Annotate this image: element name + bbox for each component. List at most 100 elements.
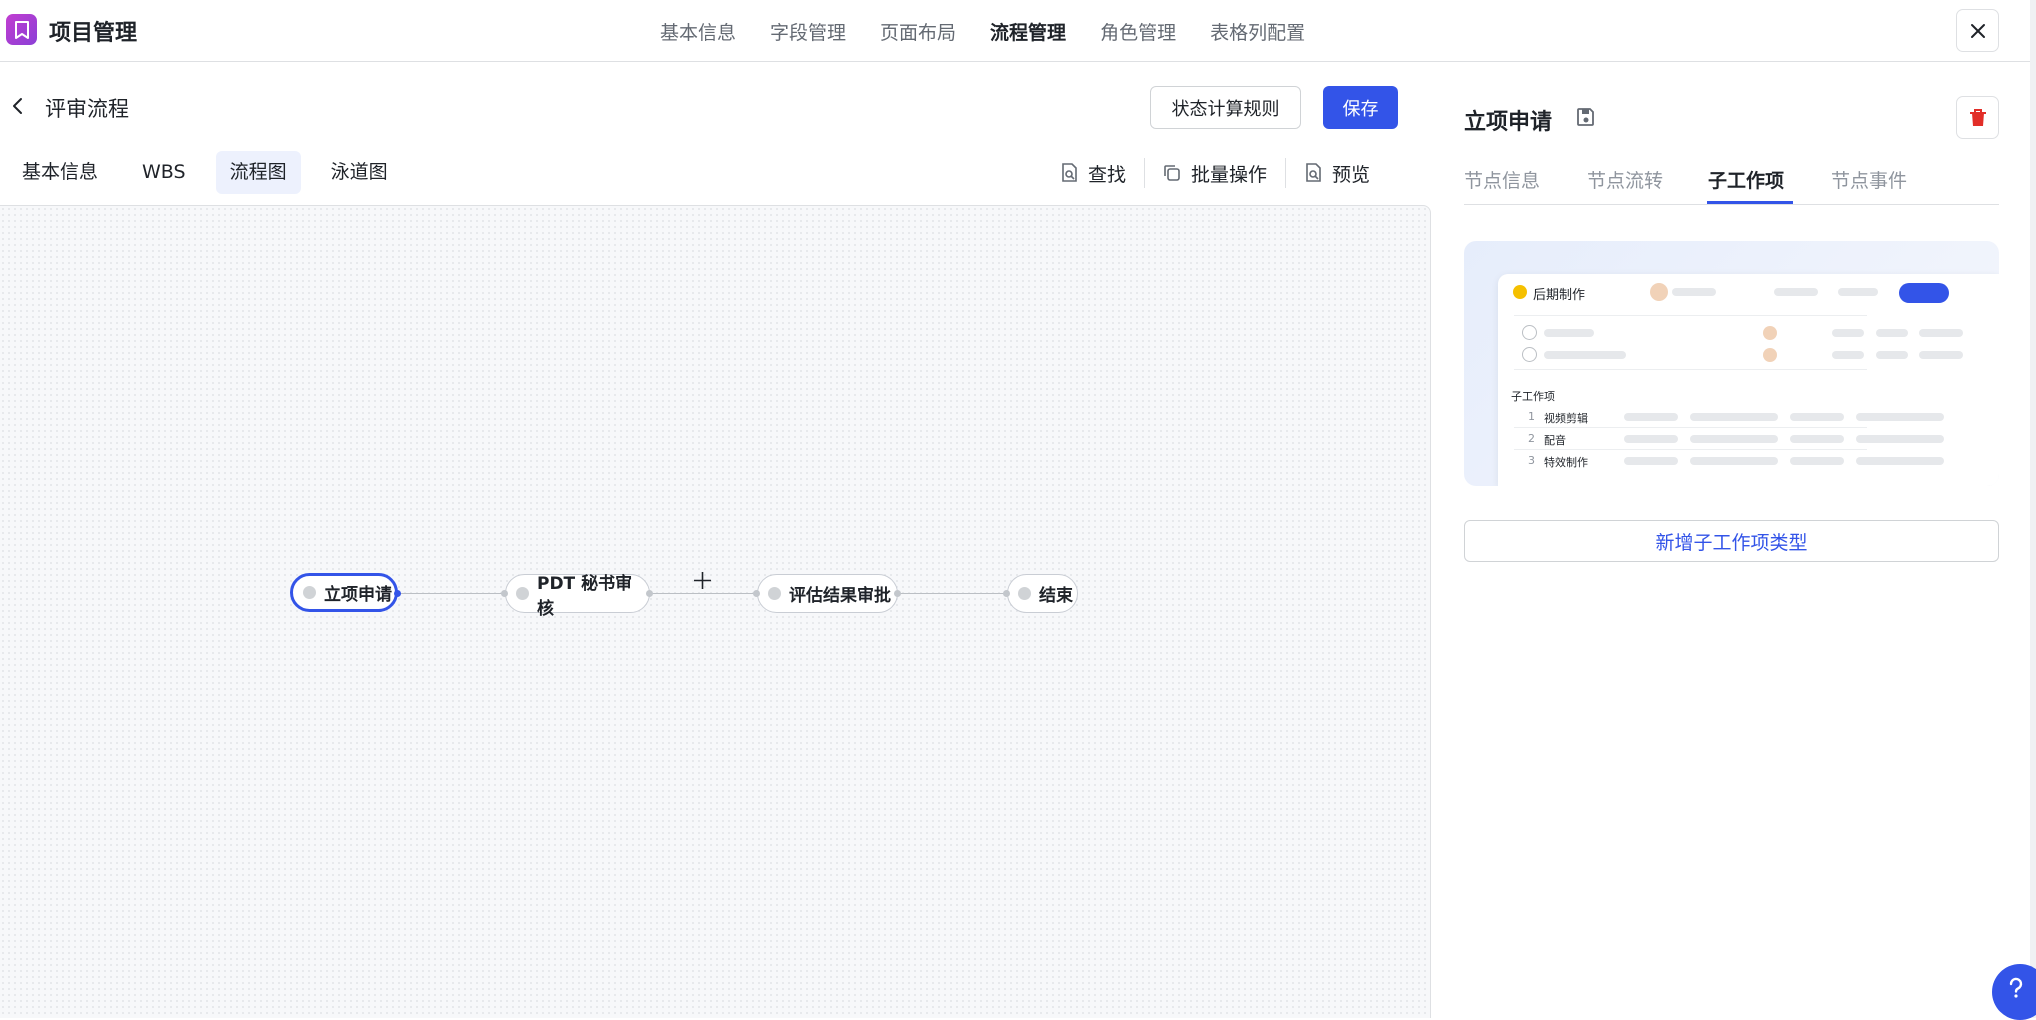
topnav-field-management[interactable]: 字段管理 [770, 18, 846, 45]
sub-tabs: 基本信息 WBS 流程图 泳道图 [8, 151, 418, 194]
placeholder-line [1838, 288, 1878, 296]
node-port[interactable] [394, 590, 401, 597]
question-icon [2009, 977, 2023, 998]
find-button[interactable]: 查找 [1060, 160, 1126, 187]
topnav-basic-info[interactable]: 基本信息 [660, 18, 736, 45]
flow-node-pdt-review[interactable]: PDT 秘书审核 [505, 574, 650, 619]
search-doc-icon [1062, 163, 1077, 182]
back-button[interactable] [11, 96, 25, 120]
flow-node-label: 评估结果审批 [789, 586, 891, 606]
preview-card-title: 后期制作 [1533, 288, 1586, 303]
divider [1514, 369, 1867, 370]
placeholder-line [1856, 457, 1944, 465]
help-button[interactable] [1992, 964, 2036, 1020]
tab-node-info[interactable]: 节点信息 [1464, 166, 1540, 193]
row-number: 3 [1528, 454, 1535, 467]
topnav-process-management[interactable]: 流程管理 [990, 18, 1066, 45]
batch-operation-label: 批量操作 [1191, 163, 1268, 186]
flow-edge [898, 593, 1007, 594]
flow-canvas[interactable] [0, 205, 1431, 1018]
placeholder-button [1899, 283, 1949, 303]
placeholder-line [1856, 413, 1944, 421]
tab-wbs[interactable]: WBS [128, 151, 200, 194]
tab-basic-info[interactable]: 基本信息 [8, 151, 112, 194]
checkbox-icon [1522, 325, 1537, 340]
placeholder-line [1876, 351, 1908, 359]
node-port[interactable] [501, 590, 508, 597]
flow-node-evaluation-approval[interactable]: 评估结果审批 [757, 574, 898, 613]
placeholder-line [1544, 351, 1626, 359]
placeholder-line [1544, 329, 1594, 337]
node-port[interactable] [1003, 590, 1010, 597]
placeholder-line [1624, 457, 1678, 465]
divider [1514, 315, 1867, 316]
status-rule-button[interactable]: 状态计算规则 [1150, 86, 1301, 129]
add-node-icon[interactable] [693, 571, 712, 590]
row-name: 视频剪辑 [1544, 412, 1588, 425]
node-status-dot [768, 587, 781, 600]
flow-node-label: 立项申请 [324, 585, 392, 605]
page-title: 评审流程 [45, 97, 129, 121]
close-button[interactable] [1956, 9, 1999, 52]
topnav-role-management[interactable]: 角色管理 [1100, 18, 1176, 45]
row-name: 配音 [1544, 434, 1566, 447]
placeholder-line [1832, 351, 1864, 359]
flow-node-label: 结束 [1039, 586, 1073, 606]
trash-icon [1969, 108, 1986, 126]
topnav-table-column-config[interactable]: 表格列配置 [1210, 18, 1305, 45]
preview-section-label: 子工作项 [1511, 390, 1555, 403]
node-port[interactable] [646, 590, 653, 597]
toolbar: 查找 批量操作 预览 [1060, 158, 1370, 188]
node-detail-tabs: 节点信息 节点流转 子工作项 节点事件 [1464, 158, 1999, 205]
top-bar: 项目管理 基本信息 字段管理 页面布局 流程管理 角色管理 表格列配置 [0, 0, 2036, 62]
row-number: 2 [1528, 432, 1535, 445]
add-sub-work-item-type-button[interactable]: 新增子工作项类型 [1464, 520, 1999, 562]
checkbox-icon [1522, 347, 1537, 362]
placeholder-line [1624, 435, 1678, 443]
node-port[interactable] [753, 590, 760, 597]
placeholder-line [1690, 413, 1778, 421]
node-port[interactable] [894, 590, 901, 597]
placeholder-line [1876, 329, 1908, 337]
sub-work-item-preview: 后期制作 子工作项 1 视频剪辑 2 配音 3 特效制作 [1464, 241, 1999, 486]
topnav-page-layout[interactable]: 页面布局 [880, 18, 956, 45]
flow-node-end[interactable]: 结束 [1007, 574, 1078, 613]
tab-sub-work-items[interactable]: 子工作项 [1708, 166, 1784, 193]
tab-node-transition[interactable]: 节点流转 [1587, 166, 1663, 193]
placeholder-line [1856, 435, 1944, 443]
bookmark-icon [14, 20, 29, 39]
row-number: 1 [1528, 410, 1535, 423]
placeholder-line [1790, 435, 1844, 443]
scrollbar[interactable] [2030, 0, 2036, 1018]
placeholder-line [1690, 457, 1778, 465]
avatar [1650, 283, 1668, 301]
batch-operation-button[interactable]: 批量操作 [1163, 160, 1267, 187]
active-tab-indicator [1707, 201, 1793, 204]
preview-card: 后期制作 子工作项 1 视频剪辑 2 配音 3 特效制作 [1498, 274, 1999, 486]
tab-swimlane[interactable]: 泳道图 [317, 151, 402, 194]
divider [1514, 427, 1867, 428]
tab-node-events[interactable]: 节点事件 [1831, 166, 1907, 193]
node-status-dot [1018, 587, 1031, 600]
flow-node-label: PDT 秘书审核 [536, 573, 633, 619]
app-logo [6, 14, 37, 45]
placeholder-line [1790, 413, 1844, 421]
app-title: 项目管理 [49, 21, 138, 46]
placeholder-line [1774, 288, 1818, 296]
placeholder-line [1624, 413, 1678, 421]
delete-node-button[interactable] [1956, 96, 1999, 139]
save-icon[interactable] [1576, 107, 1596, 127]
tab-flowchart[interactable]: 流程图 [215, 151, 301, 194]
save-button[interactable]: 保存 [1323, 86, 1398, 129]
preview-label: 预览 [1332, 163, 1371, 186]
tool-divider [1285, 158, 1287, 188]
placeholder-line [1832, 329, 1864, 337]
flow-node-project-application[interactable]: 立项申请 [290, 573, 398, 612]
preview-button[interactable]: 预览 [1304, 160, 1370, 187]
avatar [1763, 348, 1777, 362]
node-status-dot [303, 586, 316, 599]
chevron-left-icon [13, 98, 22, 114]
placeholder-line [1690, 435, 1778, 443]
flow-edge [650, 593, 757, 594]
placeholder-line [1919, 329, 1963, 337]
